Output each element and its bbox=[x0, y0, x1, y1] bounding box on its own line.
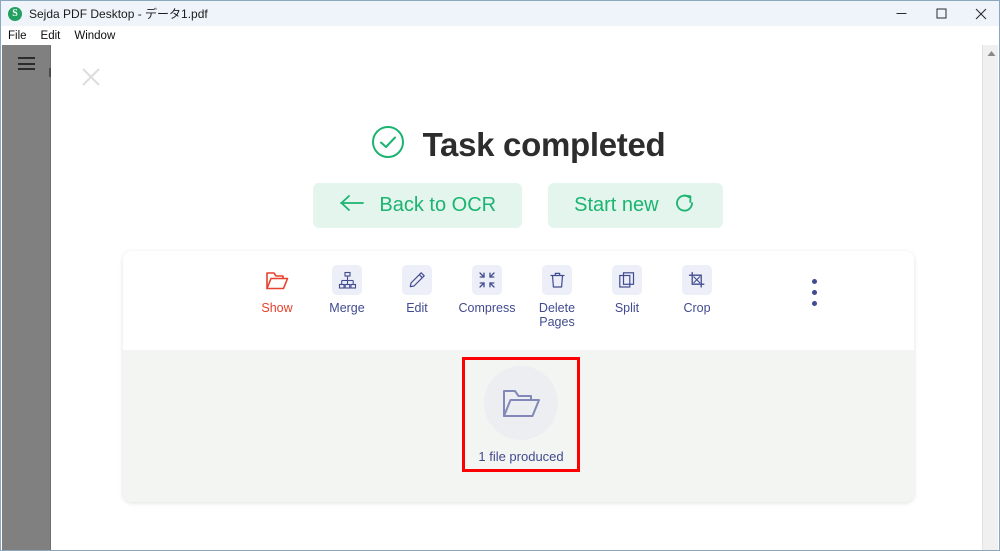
compress-icon bbox=[472, 265, 502, 295]
folder-avatar bbox=[484, 366, 558, 440]
close-button[interactable] bbox=[961, 1, 999, 26]
vertical-scrollbar[interactable] bbox=[982, 45, 999, 550]
menu-bar: File Edit Window bbox=[1, 26, 999, 45]
tool-label-compress: Compress bbox=[458, 301, 516, 315]
tool-split[interactable]: Split bbox=[592, 265, 662, 315]
tool-label-merge: Merge bbox=[329, 301, 365, 315]
close-panel-icon bbox=[82, 68, 100, 86]
status-heading: Task completed bbox=[52, 125, 984, 164]
check-circle-icon bbox=[371, 125, 405, 164]
result-area: 1 file produced bbox=[123, 350, 914, 502]
pencil-icon bbox=[402, 265, 432, 295]
open-folder-icon bbox=[262, 265, 292, 295]
hamburger-icon[interactable] bbox=[18, 57, 35, 70]
tool-delete-pages[interactable]: Delete Pages bbox=[522, 265, 592, 329]
minimize-icon bbox=[896, 13, 906, 14]
sidebar-handle bbox=[49, 68, 51, 77]
open-folder-icon bbox=[503, 390, 540, 417]
scroll-up-arrow-icon bbox=[987, 51, 995, 56]
tool-merge[interactable]: Merge bbox=[312, 265, 382, 315]
close-icon bbox=[975, 8, 987, 19]
back-to-ocr-label: Back to OCR bbox=[379, 194, 497, 216]
application-window: S Sejda PDF Desktop - データ1.pdf File Edit… bbox=[0, 0, 1000, 551]
tool-label-edit: Edit bbox=[406, 301, 428, 315]
main-content: Task completed Back to OCR Start new Sho… bbox=[52, 45, 984, 550]
window-controls bbox=[881, 1, 999, 26]
produced-file-item[interactable]: 1 file produced bbox=[462, 357, 580, 472]
start-new-label: Start new bbox=[574, 194, 659, 216]
tool-bar: Show Merge Edit Compress Delete Pages Sp… bbox=[123, 251, 914, 350]
tool-label-split: Split bbox=[614, 301, 640, 315]
page-title: Task completed bbox=[422, 125, 666, 163]
tool-compress[interactable]: Compress bbox=[452, 265, 522, 315]
tool-crop[interactable]: Crop bbox=[662, 265, 732, 315]
window-title: Sejda PDF Desktop - データ1.pdf bbox=[29, 7, 208, 21]
menu-item-file[interactable]: File bbox=[8, 30, 35, 42]
start-new-button[interactable]: Start new bbox=[548, 183, 723, 228]
tool-label-crop: Crop bbox=[683, 301, 711, 315]
produced-file-label: 1 file produced bbox=[478, 449, 564, 464]
scroll-up-button[interactable] bbox=[983, 45, 999, 62]
close-panel-button[interactable] bbox=[79, 65, 103, 89]
menu-item-edit[interactable]: Edit bbox=[41, 30, 69, 42]
maximize-button[interactable] bbox=[921, 1, 961, 26]
tool-edit[interactable]: Edit bbox=[382, 265, 452, 315]
arrow-left-icon bbox=[339, 194, 365, 218]
crop-icon bbox=[682, 265, 712, 295]
maximize-icon bbox=[936, 8, 946, 19]
tool-label-delete-pages: Delete Pages bbox=[538, 301, 576, 329]
split-icon bbox=[612, 265, 642, 295]
trash-icon bbox=[542, 265, 572, 295]
refresh-icon bbox=[673, 191, 697, 221]
sidebar bbox=[2, 45, 51, 550]
result-card: Show Merge Edit Compress Delete Pages Sp… bbox=[123, 251, 914, 502]
tool-label-show: Show bbox=[261, 301, 293, 315]
merge-icon bbox=[332, 265, 362, 295]
app-logo-icon: S bbox=[8, 6, 22, 21]
minimize-button[interactable] bbox=[881, 1, 921, 26]
title-bar: S Sejda PDF Desktop - データ1.pdf bbox=[1, 1, 999, 26]
menu-item-window[interactable]: Window bbox=[74, 30, 123, 42]
tool-show[interactable]: Show bbox=[242, 265, 312, 315]
back-to-ocr-button[interactable]: Back to OCR bbox=[313, 183, 523, 228]
more-vertical-icon[interactable] bbox=[812, 279, 817, 306]
action-buttons: Back to OCR Start new bbox=[52, 183, 984, 228]
